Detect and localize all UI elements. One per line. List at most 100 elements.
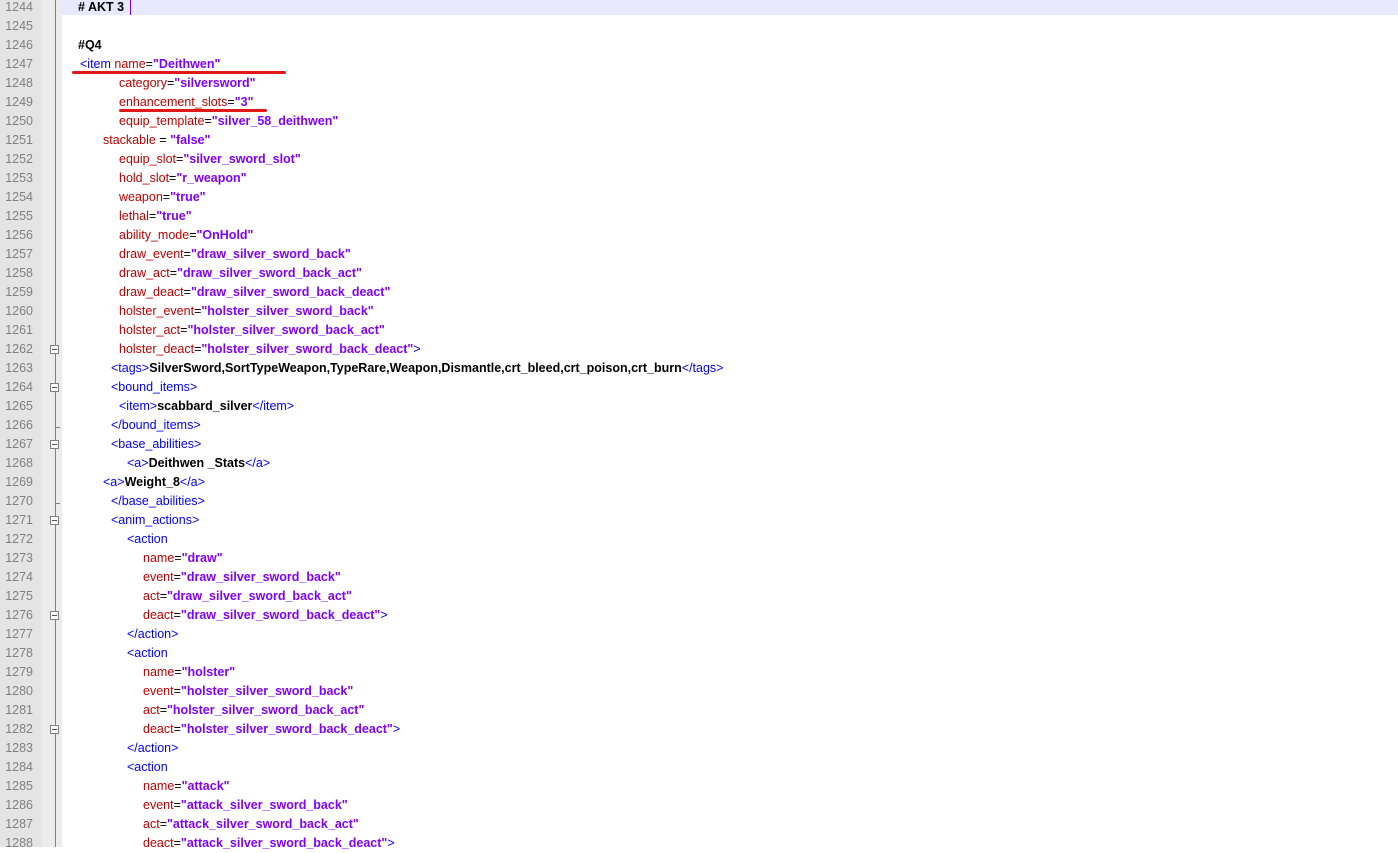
token-val: "holster_silver_sword_back_act" <box>167 703 365 717</box>
code-line[interactable]: 1275 act="draw_silver_sword_back_act" <box>0 587 1398 606</box>
fold-collapse-icon[interactable] <box>50 440 59 449</box>
code-line[interactable]: 1254 weapon="true" <box>0 188 1398 207</box>
code-line[interactable]: 1265 <item>scabbard_silver</item> <box>0 397 1398 416</box>
line-number: 1257 <box>5 247 33 261</box>
code-line[interactable]: 1282 deact="holster_silver_sword_back_dea… <box>0 720 1398 739</box>
line-number: 1282 <box>5 722 33 736</box>
red-underline-annotation <box>72 71 286 74</box>
line-number: 1279 <box>5 665 33 679</box>
code-line[interactable]: 1288 deact="attack_silver_sword_back_deac… <box>0 834 1398 853</box>
code-line[interactable]: 1245 <box>0 17 1398 36</box>
code-line[interactable]: 1259 draw_deact="draw_silver_sword_back_d… <box>0 283 1398 302</box>
fold-collapse-icon[interactable] <box>50 383 59 392</box>
token-eq: = <box>173 836 181 850</box>
line-number: 1250 <box>5 114 33 128</box>
code-text: <bound_items> <box>111 378 197 397</box>
line-number: 1276 <box>5 608 33 622</box>
code-line[interactable]: 1267 <base_abilities> <box>0 435 1398 454</box>
token-eq: = <box>173 684 181 698</box>
code-line[interactable]: 1262 holster_deact="holster_silver_sword_… <box>0 340 1398 359</box>
token-eq: = <box>159 589 167 603</box>
code-text: </action> <box>127 625 178 644</box>
code-line[interactable]: 1264 <bound_items> <box>0 378 1398 397</box>
token-attr: event <box>143 798 174 812</box>
code-line[interactable]: 1279 name="holster" <box>0 663 1398 682</box>
token-text: # AKT 3 <box>78 0 125 14</box>
token-tag: </item> <box>252 399 295 413</box>
line-number: 1277 <box>5 627 33 641</box>
code-line[interactable]: 1258 draw_act="draw_silver_sword_back_act… <box>0 264 1398 283</box>
line-number: 1259 <box>5 285 33 299</box>
code-line[interactable]: 1274 event="draw_silver_sword_back" <box>0 568 1398 587</box>
code-line[interactable]: 1269 <a>Weight_8</a> <box>0 473 1398 492</box>
token-attr: stackable <box>103 133 160 147</box>
code-line[interactable]: 1256 ability_mode="OnHold" <box>0 226 1398 245</box>
code-line[interactable]: 1278 <action <box>0 644 1398 663</box>
code-line[interactable]: 1287 act="attack_silver_sword_back_act" <box>0 815 1398 834</box>
code-text: holster_event="holster_silver_sword_back… <box>119 302 374 321</box>
fold-collapse-icon[interactable] <box>50 345 59 354</box>
token-val: "attack" <box>181 779 230 793</box>
code-line[interactable]: 1263 <tags>SilverSword,SortTypeWeapon,Typ… <box>0 359 1398 378</box>
token-eq: = <box>162 190 171 204</box>
code-line[interactable]: 1280 event="holster_silver_sword_back" <box>0 682 1398 701</box>
token-tag: <bound_items> <box>111 380 198 394</box>
code-text: act="draw_silver_sword_back_act" <box>143 587 352 606</box>
token-eq: = <box>174 551 182 565</box>
token-attr: draw_event <box>119 247 184 261</box>
token-tag: </a> <box>179 475 205 489</box>
code-line[interactable]: 1272 <action <box>0 530 1398 549</box>
token-attr: holster_deact <box>119 342 195 356</box>
token-tag: > <box>380 608 388 622</box>
code-line[interactable]: 1268 <a>Deithwen _Stats</a> <box>0 454 1398 473</box>
token-attr: name <box>143 551 175 565</box>
code-line[interactable]: 1273 name="draw" <box>0 549 1398 568</box>
code-text: <anim_actions> <box>111 511 199 530</box>
code-text: name="attack" <box>143 777 230 796</box>
code-line[interactable]: 1252 equip_slot="silver_sword_slot" <box>0 150 1398 169</box>
token-attr: enhancement_slots <box>119 95 228 109</box>
code-line[interactable]: 1255 lethal="true" <box>0 207 1398 226</box>
code-line[interactable]: 1248 category="silversword" <box>0 74 1398 93</box>
code-line[interactable]: 1283 </action> <box>0 739 1398 758</box>
code-line[interactable]: 1281 act="holster_silver_sword_back_act" <box>0 701 1398 720</box>
code-line[interactable]: 1251 stackable = "false" <box>0 131 1398 150</box>
code-line[interactable]: 1257 draw_event="draw_silver_sword_back" <box>0 245 1398 264</box>
token-val: "draw_silver_sword_back_act" <box>177 266 362 280</box>
token-attr: draw_act <box>119 266 170 280</box>
fold-collapse-icon[interactable] <box>50 611 59 620</box>
code-text: draw_deact="draw_silver_sword_back_deact… <box>119 283 390 302</box>
code-line[interactable]: 1276 deact="draw_silver_sword_back_deact"… <box>0 606 1398 625</box>
code-line[interactable]: 1261 holster_act="holster_silver_sword_ba… <box>0 321 1398 340</box>
line-number: 1267 <box>5 437 33 451</box>
code-line[interactable]: 1246 #Q4 <box>0 36 1398 55</box>
code-line[interactable]: 1286 event="attack_silver_sword_back" <box>0 796 1398 815</box>
token-val: "silversword" <box>174 76 256 90</box>
token-tag: > <box>413 342 421 356</box>
code-line[interactable]: 1266 </bound_items> <box>0 416 1398 435</box>
token-val: "attack_silver_sword_back" <box>180 798 348 812</box>
token-text: #Q4 <box>78 38 102 52</box>
code-line[interactable]: 1244 # AKT 3 <box>0 0 1398 17</box>
code-editor[interactable]: 1244 # AKT 3 1245 1246 #Q4 1247 <item name="De… <box>0 0 1398 853</box>
code-text: stackable = "false" <box>103 131 210 150</box>
token-val: "attack_silver_sword_back_deact" <box>180 836 388 850</box>
token-eq: = <box>174 665 182 679</box>
code-line[interactable]: 1253 hold_slot="r_weapon" <box>0 169 1398 188</box>
code-line[interactable]: 1260 holster_event="holster_silver_sword_… <box>0 302 1398 321</box>
code-line[interactable]: 1284 <action <box>0 758 1398 777</box>
code-line[interactable]: 1270 </base_abilities> <box>0 492 1398 511</box>
token-eq: = <box>145 57 153 71</box>
token-attr: event <box>143 570 174 584</box>
token-tag: > <box>392 722 401 736</box>
fold-collapse-icon[interactable] <box>50 516 59 525</box>
code-line[interactable]: 1250 equip_template="silver_58_deithwen" <box>0 112 1398 131</box>
fold-collapse-icon[interactable] <box>50 725 59 734</box>
code-line[interactable]: 1277 </action> <box>0 625 1398 644</box>
line-number: 1266 <box>5 418 33 432</box>
token-val: "attack_silver_sword_back_act" <box>167 817 359 831</box>
token-attr: act <box>143 589 160 603</box>
code-line[interactable]: 1285 name="attack" <box>0 777 1398 796</box>
code-line[interactable]: 1271 <anim_actions> <box>0 511 1398 530</box>
token-tag: <a> <box>127 456 149 470</box>
